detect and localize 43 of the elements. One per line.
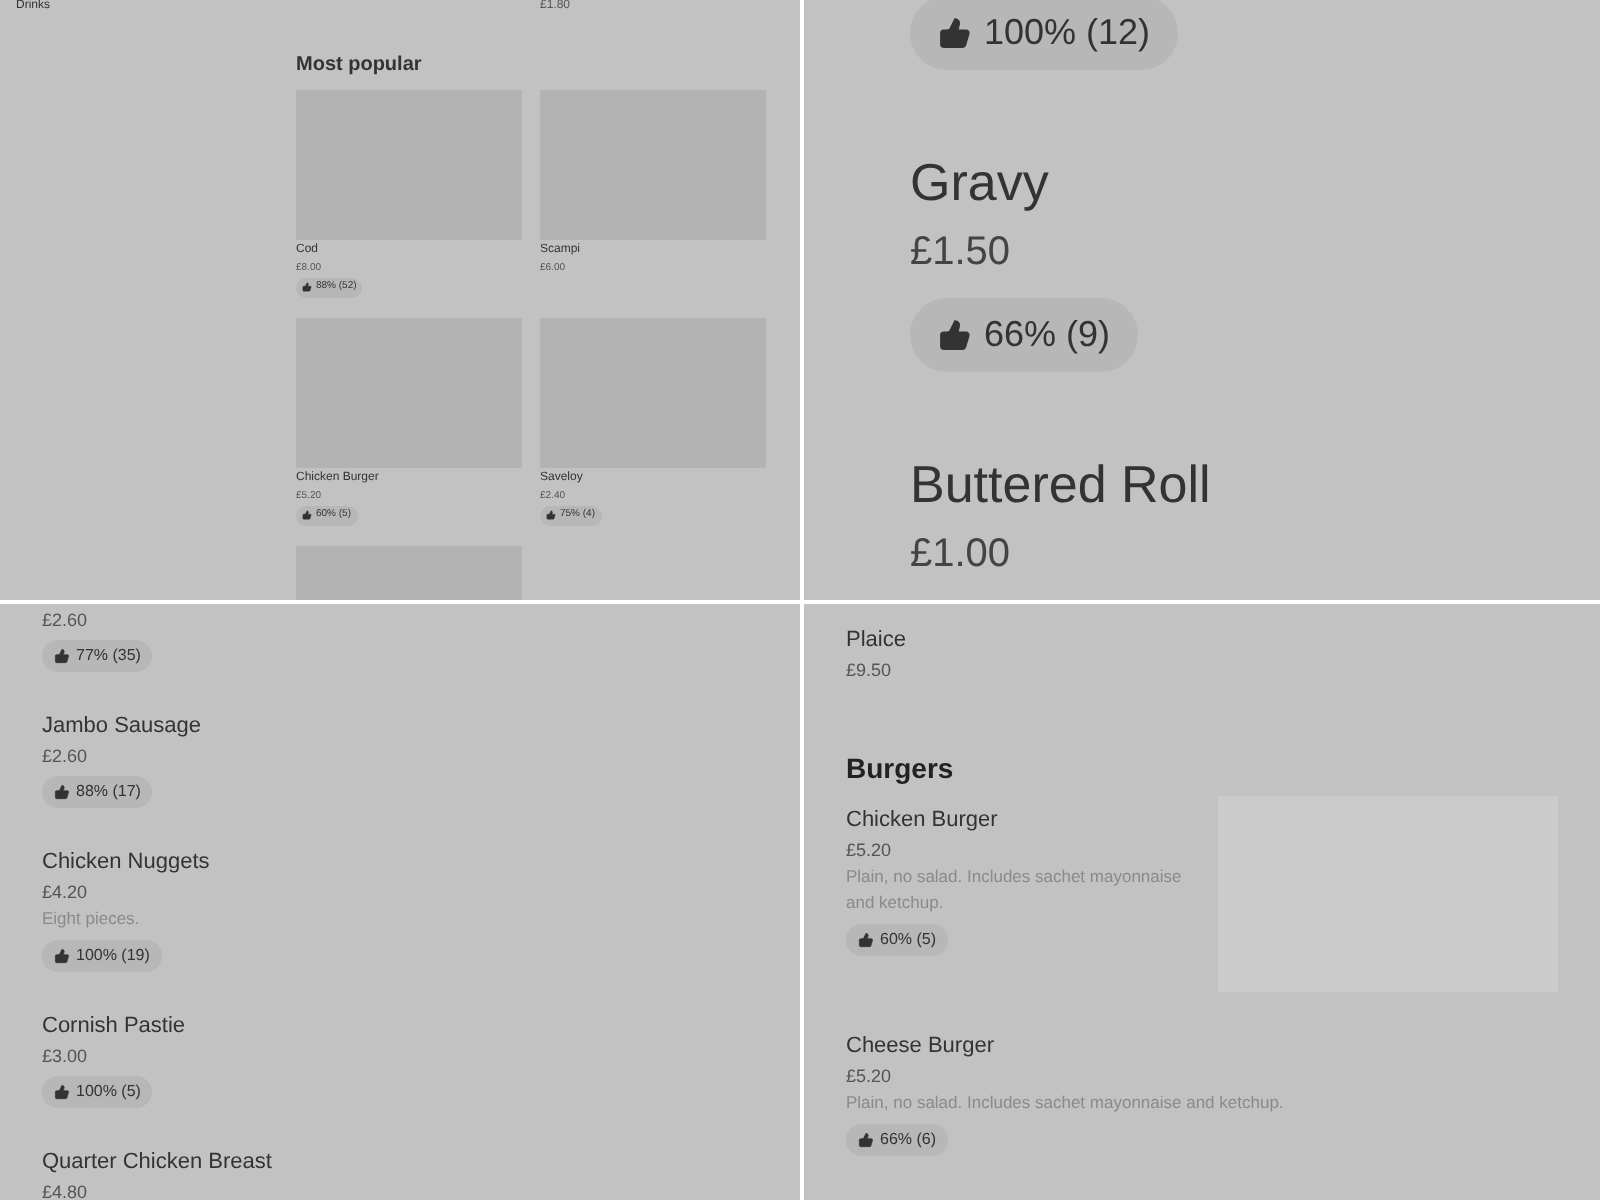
rating-badge: 100% (12) (910, 0, 1179, 70)
thumbs-up-icon (546, 510, 556, 521)
dish-description: Plain, no salad. Includes sachet mayonnaise and ketchup. (846, 1090, 1286, 1116)
dish-name[interactable]: Jambo Sausage (42, 712, 758, 740)
rating-badge: 66% (6) (846, 1124, 949, 1156)
dish-price: £4.80 (42, 1180, 90, 1200)
section-heading: Most popular (296, 52, 424, 80)
dish-name[interactable]: Buttered Roll (910, 452, 1494, 516)
rating-badge: 60% (5) (846, 924, 949, 956)
thumbs-up-icon (54, 948, 70, 964)
rating-badge: 88% (17) (42, 776, 153, 808)
rating-badge: 77% (35) (42, 640, 153, 672)
thumbs-up-icon (54, 784, 70, 800)
dish-price: £2.60 (42, 744, 90, 768)
thumbs-up-icon (54, 648, 70, 664)
dish-description: Eight pieces. (42, 906, 142, 932)
dish-description: Plain, no salad. Includes sachet mayonnaise and ketchup. (846, 864, 1184, 916)
dish-price: £3.00 (42, 1044, 90, 1068)
section-heading: Burgers (846, 750, 956, 786)
thumbs-up-icon (54, 1084, 70, 1100)
rating-badge: 100% (19) (42, 940, 162, 972)
thumbs-up-icon (302, 282, 312, 293)
dish-price: £1.50 (910, 228, 1013, 278)
thumbs-up-icon (858, 1132, 874, 1148)
dish-name[interactable]: Cornish Pastie (42, 1012, 758, 1040)
dish-price: £4.20 (42, 880, 90, 904)
rating-badge: 66% (9) (910, 298, 1139, 372)
thumbs-up-icon (302, 510, 312, 521)
rating-badge: 100% (5) (42, 1076, 153, 1108)
dish-name[interactable]: Cheese Burger (846, 1032, 1558, 1060)
dish-price: £2.60 (42, 608, 90, 632)
dish-name[interactable]: Chicken Nuggets (42, 848, 758, 876)
dish-name[interactable]: Quarter Chicken Breast (42, 1148, 758, 1176)
dish-name[interactable]: Chicken Burger (846, 806, 1206, 834)
dish-price: £5.20 (846, 1064, 894, 1088)
thumbs-up-icon (938, 318, 972, 352)
dish-name[interactable]: Plaice (846, 626, 1558, 654)
thumbs-up-icon (858, 932, 874, 948)
dish-price: £9.50 (846, 658, 894, 682)
dish-name[interactable]: Gravy (910, 150, 1494, 214)
dish-price: £5.20 (846, 838, 894, 862)
dish-price: £1.00 (910, 530, 1013, 580)
thumbs-up-icon (938, 16, 972, 50)
